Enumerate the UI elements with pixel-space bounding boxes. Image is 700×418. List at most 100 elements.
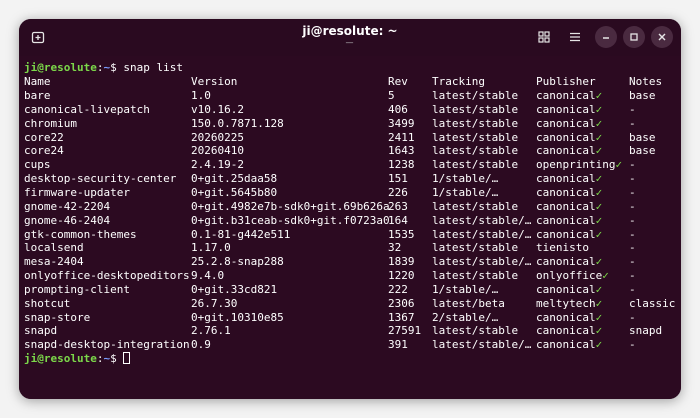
verified-check-icon: ✓: [602, 269, 609, 283]
cell-name: snapd: [24, 324, 58, 338]
cell-publisher: canonical: [536, 199, 596, 213]
cell-publisher: meltytech: [536, 296, 596, 310]
cell-notes: classic: [629, 296, 676, 310]
cell-rev: 1367: [388, 310, 415, 324]
verified-check-icon: ✓: [595, 255, 603, 269]
cell-name: mesa-2404: [24, 255, 84, 269]
title-bar: ji@resolute: ~ —: [19, 19, 681, 56]
cell-version: 1.0: [191, 89, 211, 102]
cell-notes: -: [629, 102, 636, 116]
cell-publisher: canonical: [536, 338, 596, 352]
cell-rev: 2306: [388, 296, 415, 310]
cell-name: cups: [24, 158, 51, 172]
prompt-end: $: [110, 61, 124, 74]
close-button[interactable]: [651, 26, 673, 48]
verified-check-icon: ✓: [595, 213, 603, 227]
cell-notes: -: [629, 185, 636, 199]
cell-version: 9.4.0: [191, 269, 225, 283]
table-row: snapd-desktop-integration 0.9 391 latest/st…: [24, 338, 674, 352]
cell-rev: 2411: [388, 130, 415, 144]
cell-rev: 5: [388, 89, 395, 102]
minimize-icon: [603, 37, 609, 39]
table-row: bare 1.0 5 latest/stable canonical ✓ base: [24, 89, 674, 103]
cell-publisher: canonical: [536, 282, 596, 296]
header-name: Name: [24, 75, 51, 88]
cell-name: localsend: [24, 241, 84, 255]
cell-name: snap-store: [24, 310, 91, 324]
cell-tracking: latest/beta: [432, 296, 505, 310]
table-header: Name Version Rev Tracking Publisher Note…: [24, 75, 674, 89]
cell-tracking: latest/stable/…: [432, 227, 532, 241]
verified-check-icon: ✓: [595, 102, 603, 116]
cell-version: 0+git.b31ceab-sdk0+git.f0723a0: [191, 213, 390, 227]
table-row: snap-store 0+git.10310e85 1367 2/stable/… ca…: [24, 311, 674, 325]
verified-check-icon: ✓: [595, 130, 603, 144]
cell-version: 1.17.0: [191, 241, 231, 255]
cell-publisher: canonical: [536, 89, 596, 102]
verified-check-icon: ✓: [595, 310, 603, 324]
cell-rev: 406: [388, 102, 408, 116]
cell-version: 2.4.19-2: [191, 158, 244, 172]
cell-tracking: 1/stable/…: [432, 172, 499, 186]
cell-rev: 391: [388, 338, 408, 352]
cell-rev: 263: [388, 199, 408, 213]
hamburger-menu-icon: [570, 32, 580, 42]
cell-tracking: latest/stable/…: [432, 338, 532, 352]
cell-tracking: latest/stable: [432, 102, 519, 116]
cell-notes: -: [629, 282, 636, 296]
cell-notes: base: [629, 144, 656, 158]
cell-name: desktop-security-center: [24, 172, 177, 186]
cell-tracking: latest/stable: [432, 324, 519, 338]
cell-version: 0+git.25daa58: [191, 172, 278, 186]
cell-tracking: latest/stable: [432, 144, 519, 158]
cell-publisher: openprinting: [536, 158, 616, 172]
cell-notes: -: [629, 172, 636, 186]
cell-notes: -: [629, 158, 636, 172]
cell-name: gnome-42-2204: [24, 199, 111, 213]
cell-tracking: latest/stable: [432, 89, 519, 102]
cell-publisher: canonical: [536, 185, 596, 199]
cell-tracking: latest/stable/…: [432, 255, 532, 269]
table-row: gtk-common-themes 0.1-81-g442e511 1535 late…: [24, 228, 674, 242]
cell-notes: -: [629, 310, 636, 324]
cell-name: snapd-desktop-integration: [24, 338, 190, 352]
cell-rev: 222: [388, 282, 408, 296]
cell-version: v10.16.2: [191, 102, 244, 116]
cell-rev: 27591: [388, 324, 422, 338]
terminal-output[interactable]: ji@resolute:~$ snap list Name Version Re…: [19, 56, 681, 399]
verified-check-icon: ✓: [595, 144, 603, 158]
cell-publisher: canonical: [536, 255, 596, 269]
cell-name: gnome-46-2404: [24, 213, 111, 227]
cell-name: onlyoffice-desktopeditors: [24, 269, 190, 283]
cell-tracking: latest/stable: [432, 199, 519, 213]
table-row: localsend 1.17.0 32 latest/stable tienisto -: [24, 241, 674, 255]
cell-name: gtk-common-themes: [24, 227, 137, 241]
prompt-line[interactable]: ji@resolute:~$: [24, 352, 131, 366]
command-text: snap list: [123, 61, 183, 74]
cell-publisher: canonical: [536, 310, 596, 324]
cell-publisher: canonical: [536, 130, 596, 144]
cell-name: canonical-livepatch: [24, 102, 150, 116]
maximize-button[interactable]: [623, 26, 645, 48]
cell-publisher: tienisto: [536, 241, 589, 255]
verified-check-icon: ✓: [595, 324, 603, 338]
view-grid-button[interactable]: [534, 27, 554, 47]
verified-check-icon: ✓: [595, 338, 603, 352]
verified-check-icon: ✓: [595, 89, 603, 102]
table-row: onlyoffice-desktopeditors 9.4.0 1220 latest…: [24, 269, 674, 283]
cell-tracking: latest/stable: [432, 269, 519, 283]
cell-notes: -: [629, 199, 636, 213]
menu-button[interactable]: [565, 27, 585, 47]
cell-publisher: canonical: [536, 227, 596, 241]
cell-name: core24: [24, 144, 64, 158]
verified-check-icon: ✓: [615, 158, 623, 172]
cell-notes: snapd: [629, 324, 663, 338]
cell-publisher: canonical: [536, 172, 596, 186]
table-row: canonical-livepatch v10.16.2 406 latest/sta…: [24, 103, 674, 117]
table-row: mesa-2404 25.2.8-snap288 1839 latest/stable…: [24, 255, 674, 269]
cell-publisher: canonical: [536, 324, 596, 338]
cell-rev: 1839: [388, 255, 415, 269]
minimize-button[interactable]: [595, 26, 617, 48]
cell-version: 0+git.10310e85: [191, 310, 284, 324]
cell-tracking: latest/stable: [432, 158, 519, 172]
